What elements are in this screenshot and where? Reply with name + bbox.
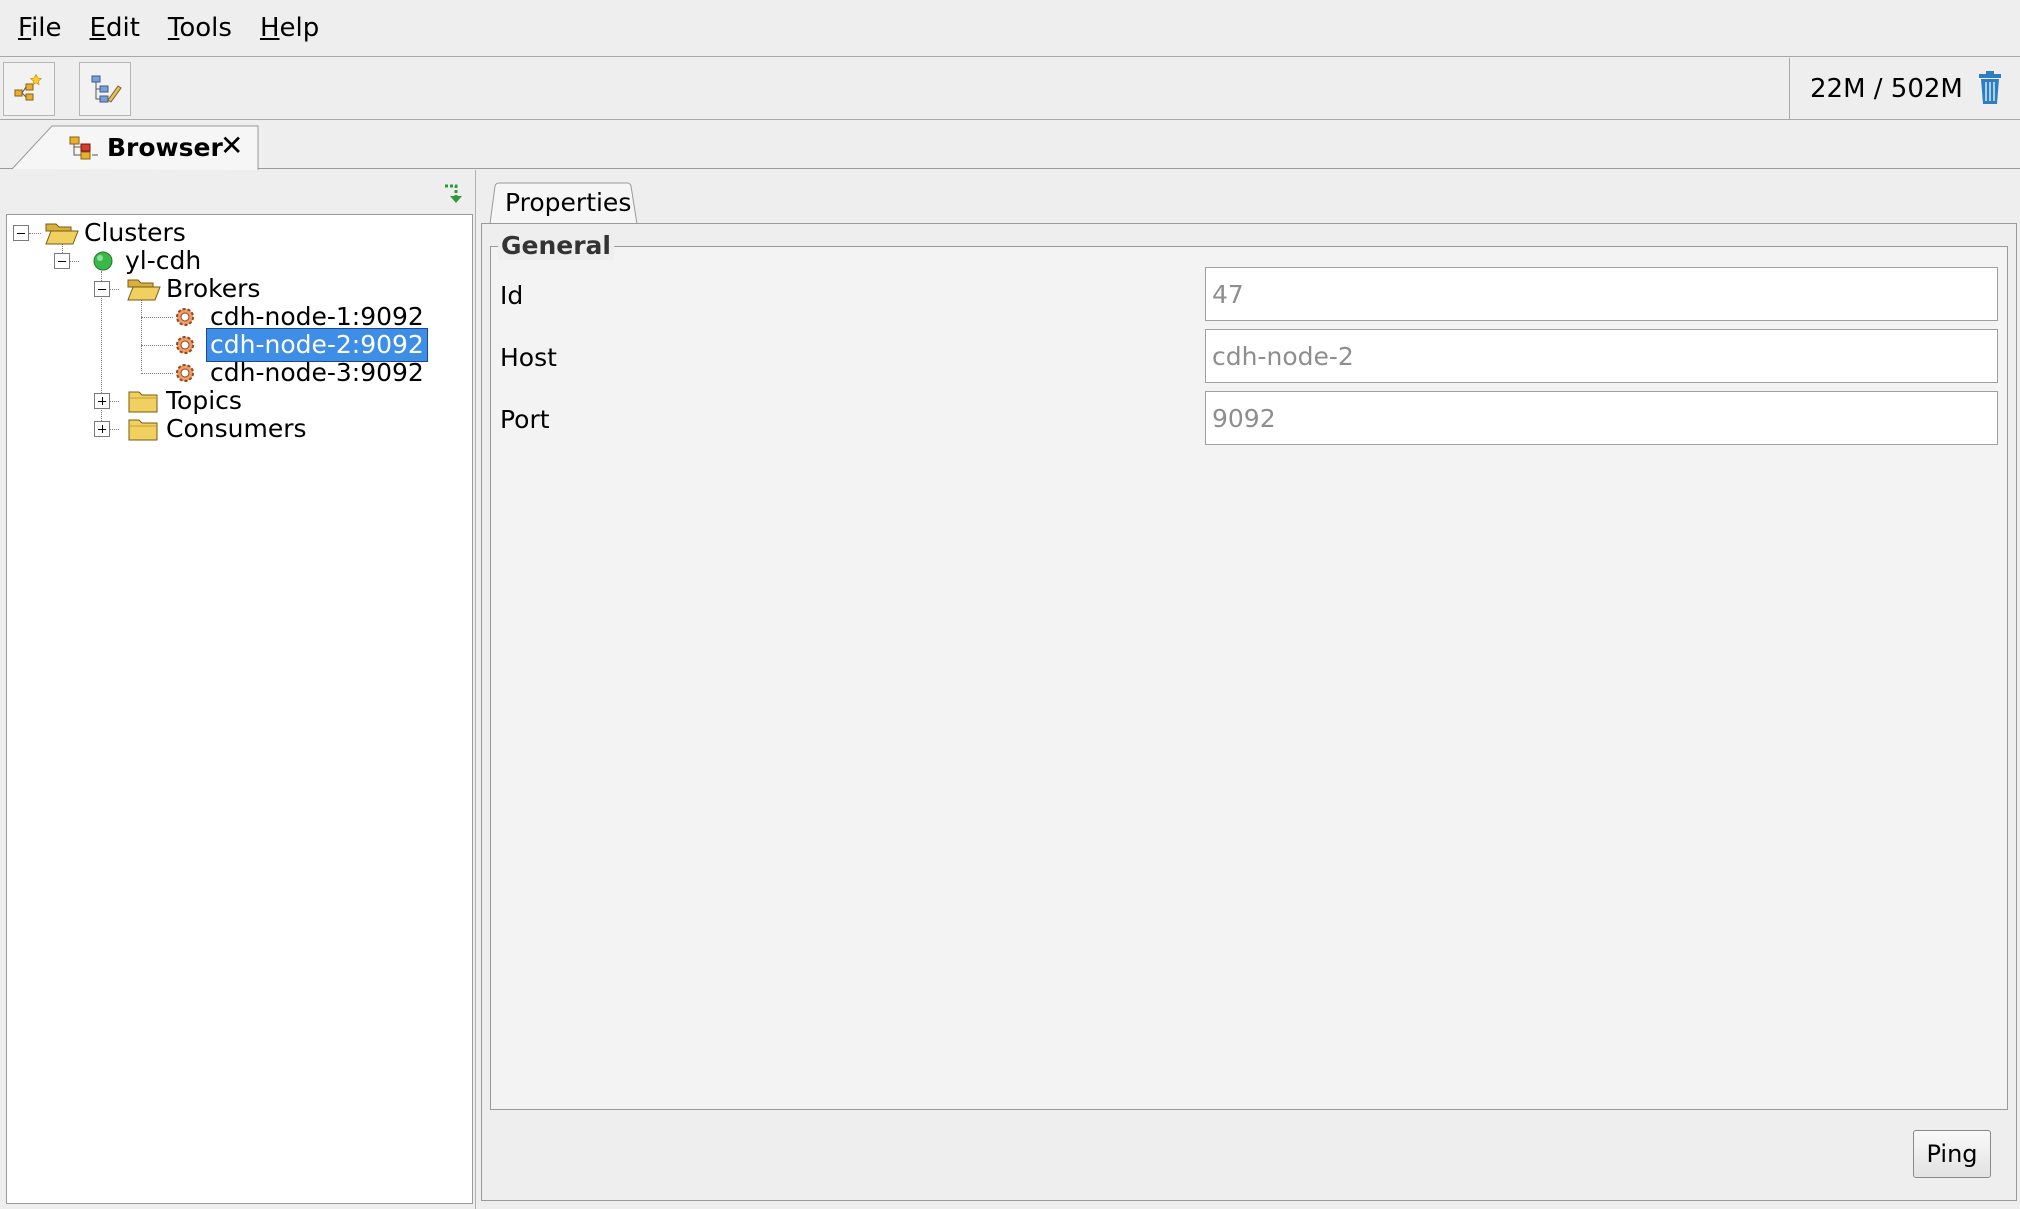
browser-pane: Clusters yl-cdh Brokers cdh-node-1:9092 …: [0, 170, 476, 1209]
menu-bar: File Edit Tools Help: [0, 0, 2020, 57]
tab-browser[interactable]: Browser ✕: [12, 125, 260, 170]
memory-indicator: 22M / 502M: [1789, 58, 2020, 120]
port-field[interactable]: [1205, 391, 1998, 445]
folder-icon: [128, 419, 158, 441]
group-title: General: [498, 231, 614, 260]
field-label-id: Id: [500, 281, 524, 310]
editor-tab-strip: Browser ✕: [0, 121, 2020, 170]
menu-tools[interactable]: Tools: [158, 13, 250, 43]
tree-connector: [141, 373, 173, 374]
field-row-id: Id: [491, 267, 2007, 323]
refresh-button[interactable]: [442, 182, 466, 210]
tree-content: Clusters yl-cdh Brokers cdh-node-1:9092 …: [7, 215, 472, 1203]
expand-consumers-toggle[interactable]: [94, 421, 110, 437]
tree-label-consumers: Consumers: [166, 414, 307, 443]
add-cluster-icon: [14, 73, 43, 101]
add-cluster-button[interactable]: [3, 62, 55, 116]
field-label-port: Port: [500, 405, 550, 434]
menu-edit[interactable]: Edit: [80, 13, 158, 43]
field-row-host: Host: [491, 329, 2007, 385]
menu-help[interactable]: Help: [250, 13, 337, 43]
properties-panel: General Id Host Port: [481, 223, 2017, 1201]
tab-properties[interactable]: Properties: [489, 182, 639, 224]
cluster-tree[interactable]: Clusters yl-cdh Brokers cdh-node-1:9092 …: [6, 214, 473, 1204]
trash-icon: [1979, 71, 2001, 104]
field-row-port: Port: [491, 391, 2007, 447]
tab-browser-label: Browser: [107, 133, 223, 162]
status-online-icon: [93, 251, 113, 271]
folder-open-icon: [45, 223, 79, 245]
collapse-clusters-toggle[interactable]: [13, 225, 29, 241]
folder-open-icon: [127, 279, 161, 301]
general-group: General Id Host Port: [490, 231, 2008, 1110]
broker-gear-icon: [176, 308, 194, 326]
edit-tree-icon: [91, 75, 122, 103]
id-field[interactable]: [1205, 267, 1998, 321]
memory-text: 22M / 502M: [1810, 74, 1963, 104]
browser-tree-icon: [69, 136, 98, 160]
host-field[interactable]: [1205, 329, 1998, 383]
tab-properties-label: Properties: [505, 188, 632, 217]
tree-connector: [141, 317, 173, 318]
toolbar: 22M / 502M: [0, 58, 2020, 120]
properties-pane: Properties General Id Host Port Ping: [477, 170, 2020, 1209]
menu-file[interactable]: File: [8, 13, 80, 43]
tree-node-consumers[interactable]: Consumers: [127, 411, 310, 447]
tree-connector: [141, 299, 142, 371]
broker-gear-icon: [176, 336, 194, 354]
collapse-cluster-toggle[interactable]: [54, 253, 70, 269]
collapse-brokers-toggle[interactable]: [94, 281, 110, 297]
tree-connector: [29, 233, 41, 234]
edit-tree-button[interactable]: [79, 62, 131, 116]
close-icon[interactable]: ✕: [220, 129, 243, 162]
field-label-host: Host: [500, 343, 557, 372]
refresh-arrow-icon: [445, 184, 462, 203]
broker-gear-icon: [176, 364, 194, 382]
gc-button[interactable]: [1977, 71, 2003, 109]
ping-button[interactable]: Ping: [1913, 1130, 1991, 1178]
expand-topics-toggle[interactable]: [94, 393, 110, 409]
tree-connector: [141, 345, 173, 346]
